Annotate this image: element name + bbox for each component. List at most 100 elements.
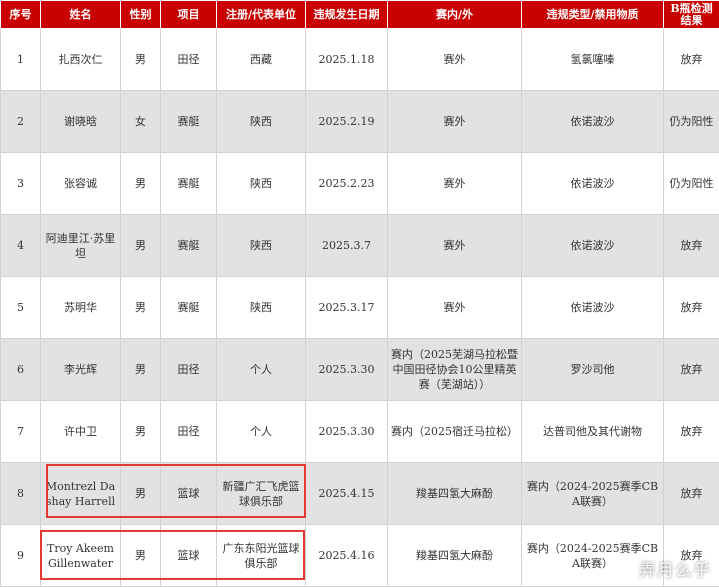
header-in-out: 赛内/外 (387, 0, 522, 29)
cell-gender: 男 (120, 400, 161, 463)
watermark: 弄月么乎 (639, 561, 711, 581)
header-b-sample: B瓶检测结果 (663, 0, 719, 29)
cell-in-out: 羧基四氢大麻酚 (387, 462, 522, 525)
cell-b-sample: 放弃 (663, 276, 719, 339)
cell-sport: 赛艇 (160, 214, 217, 277)
cell-violation-type: 达普司他及其代谢物 (521, 400, 664, 463)
table-row: 6 李光辉男田径 个人 2025.3.30 赛内（2025芜湖马拉松暨中国田径协会10公… (0, 338, 719, 401)
cell-sport: 篮球 (160, 462, 217, 525)
header-sport: 项目 (160, 0, 217, 29)
cell-unit: 陕西 (216, 90, 306, 153)
header-unit: 注册/代表单位 (216, 0, 306, 29)
cell-date: 2025.3.17 (305, 276, 388, 339)
cell-date: 2025.3.30 (305, 338, 388, 401)
cell-in-out: 赛外 (387, 28, 522, 91)
cell-date: 2025.2.23 (305, 152, 388, 215)
cell-sport: 赛艇 (160, 276, 217, 339)
cell-unit: 陕西 (216, 152, 306, 215)
cell-unit: 广东东阳光篮球俱乐部 (216, 524, 306, 587)
table-row: 5 苏明华男赛艇 陕西 2025.3.17 赛外 依诺波沙 放弃 (0, 276, 719, 339)
table-row: 8 Montrezl Dashay Harrell 男篮球 新疆广汇飞虎篮球俱乐部 20… (0, 462, 719, 525)
cell-gender: 女 (120, 90, 161, 153)
cell-name: Troy Akeem Gillenwater (40, 524, 121, 587)
cell-sport: 赛艇 (160, 90, 217, 153)
cell-date: 2025.4.16 (305, 524, 388, 587)
cell-violation-type: 依诺波沙 (521, 152, 664, 215)
cell-in-out: 赛内（2025宿迁马拉松） (387, 400, 522, 463)
cell-date: 2025.2.19 (305, 90, 388, 153)
cell-b-sample: 放弃 (663, 400, 719, 463)
header-row: 序号 姓名 性别 项目 注册/代表单位 违规发生日期 赛内/外 违规类型/禁用物… (0, 0, 719, 29)
table-row: 9 Troy Akeem Gillenwater 男篮球 广东东阳光篮球俱乐部 2025… (0, 524, 719, 587)
cell-index: 5 (0, 276, 41, 339)
header-gender: 性别 (120, 0, 161, 29)
cell-gender: 男 (120, 338, 161, 401)
cell-unit: 陕西 (216, 214, 306, 277)
cell-unit: 个人 (216, 400, 306, 463)
cell-date: 2025.3.7 (305, 214, 388, 277)
cell-index: 4 (0, 214, 41, 277)
header-name: 姓名 (40, 0, 121, 29)
cell-gender: 男 (120, 462, 161, 525)
cell-sport: 赛艇 (160, 152, 217, 215)
cell-name: 李光辉 (40, 338, 121, 401)
cell-gender: 男 (120, 276, 161, 339)
cell-name: 张容诚 (40, 152, 121, 215)
cell-b-sample: 仍为阳性 (663, 152, 719, 215)
cell-index: 9 (0, 524, 41, 587)
cell-gender: 男 (120, 152, 161, 215)
header-date: 违规发生日期 (305, 0, 388, 29)
cell-in-out: 赛外 (387, 90, 522, 153)
cell-name: 苏明华 (40, 276, 121, 339)
cell-unit: 个人 (216, 338, 306, 401)
cell-unit: 西藏 (216, 28, 306, 91)
cell-index: 6 (0, 338, 41, 401)
cell-violation-type: 依诺波沙 (521, 90, 664, 153)
cell-violation-type: 氢氯噻嗪 (521, 28, 664, 91)
cell-name: 扎西次仁 (40, 28, 121, 91)
table-row: 7 许中卫男田径 个人 2025.3.30 赛内（2025宿迁马拉松） 达普司他及其代谢物… (0, 400, 719, 463)
cell-name: 许中卫 (40, 400, 121, 463)
cell-date: 2025.4.15 (305, 462, 388, 525)
cell-in-out: 赛外 (387, 214, 522, 277)
cell-index: 3 (0, 152, 41, 215)
cell-violation-type: 赛内（2024-2025赛季CBA联赛） (521, 462, 664, 525)
cell-violation-type: 罗沙司他 (521, 338, 664, 401)
cell-index: 7 (0, 400, 41, 463)
cell-date: 2025.3.30 (305, 400, 388, 463)
cell-unit: 陕西 (216, 276, 306, 339)
cell-in-out: 赛外 (387, 276, 522, 339)
header-index: 序号 (0, 0, 41, 29)
cell-name: Montrezl Dashay Harrell (40, 462, 121, 525)
cell-b-sample: 放弃 (663, 214, 719, 277)
cell-violation-type: 依诺波沙 (521, 276, 664, 339)
cell-gender: 男 (120, 28, 161, 91)
cell-sport: 田径 (160, 338, 217, 401)
cell-in-out: 赛外 (387, 152, 522, 215)
table-body: 1 扎西次仁男田径 西藏 2025.1.18 赛外 氢氯噻嗪 放弃 2 谢晓晗女赛艇 陕西 2025… (0, 28, 719, 587)
table-row: 3 张容诚男赛艇 陕西 2025.2.23 赛外 依诺波沙 仍为阳性 (0, 152, 719, 215)
cell-index: 2 (0, 90, 41, 153)
cell-b-sample: 仍为阳性 (663, 90, 719, 153)
cell-b-sample: 放弃 (663, 28, 719, 91)
cell-unit: 新疆广汇飞虎篮球俱乐部 (216, 462, 306, 525)
cell-in-out: 赛内（2025芜湖马拉松暨中国田径协会10公里精英赛（芜湖站）） (387, 338, 522, 401)
cell-gender: 男 (120, 214, 161, 277)
table-row: 4 阿迪里江·苏里坦男赛艇 陕西 2025.3.7 赛外 依诺波沙 放弃 (0, 214, 719, 277)
doping-violations-table: 序号 姓名 性别 项目 注册/代表单位 违规发生日期 赛内/外 违规类型/禁用物… (0, 0, 719, 587)
cell-gender: 男 (120, 524, 161, 587)
cell-index: 1 (0, 28, 41, 91)
cell-sport: 篮球 (160, 524, 217, 587)
cell-name: 谢晓晗 (40, 90, 121, 153)
cell-sport: 田径 (160, 400, 217, 463)
table-row: 1 扎西次仁男田径 西藏 2025.1.18 赛外 氢氯噻嗪 放弃 (0, 28, 719, 91)
cell-b-sample: 放弃 (663, 462, 719, 525)
cell-in-out: 羧基四氢大麻酚 (387, 524, 522, 587)
cell-index: 8 (0, 462, 41, 525)
header-violation-type: 违规类型/禁用物质 (521, 0, 664, 29)
cell-date: 2025.1.18 (305, 28, 388, 91)
cell-name: 阿迪里江·苏里坦 (40, 214, 121, 277)
cell-sport: 田径 (160, 28, 217, 91)
cell-b-sample: 放弃 (663, 338, 719, 401)
cell-violation-type: 依诺波沙 (521, 214, 664, 277)
